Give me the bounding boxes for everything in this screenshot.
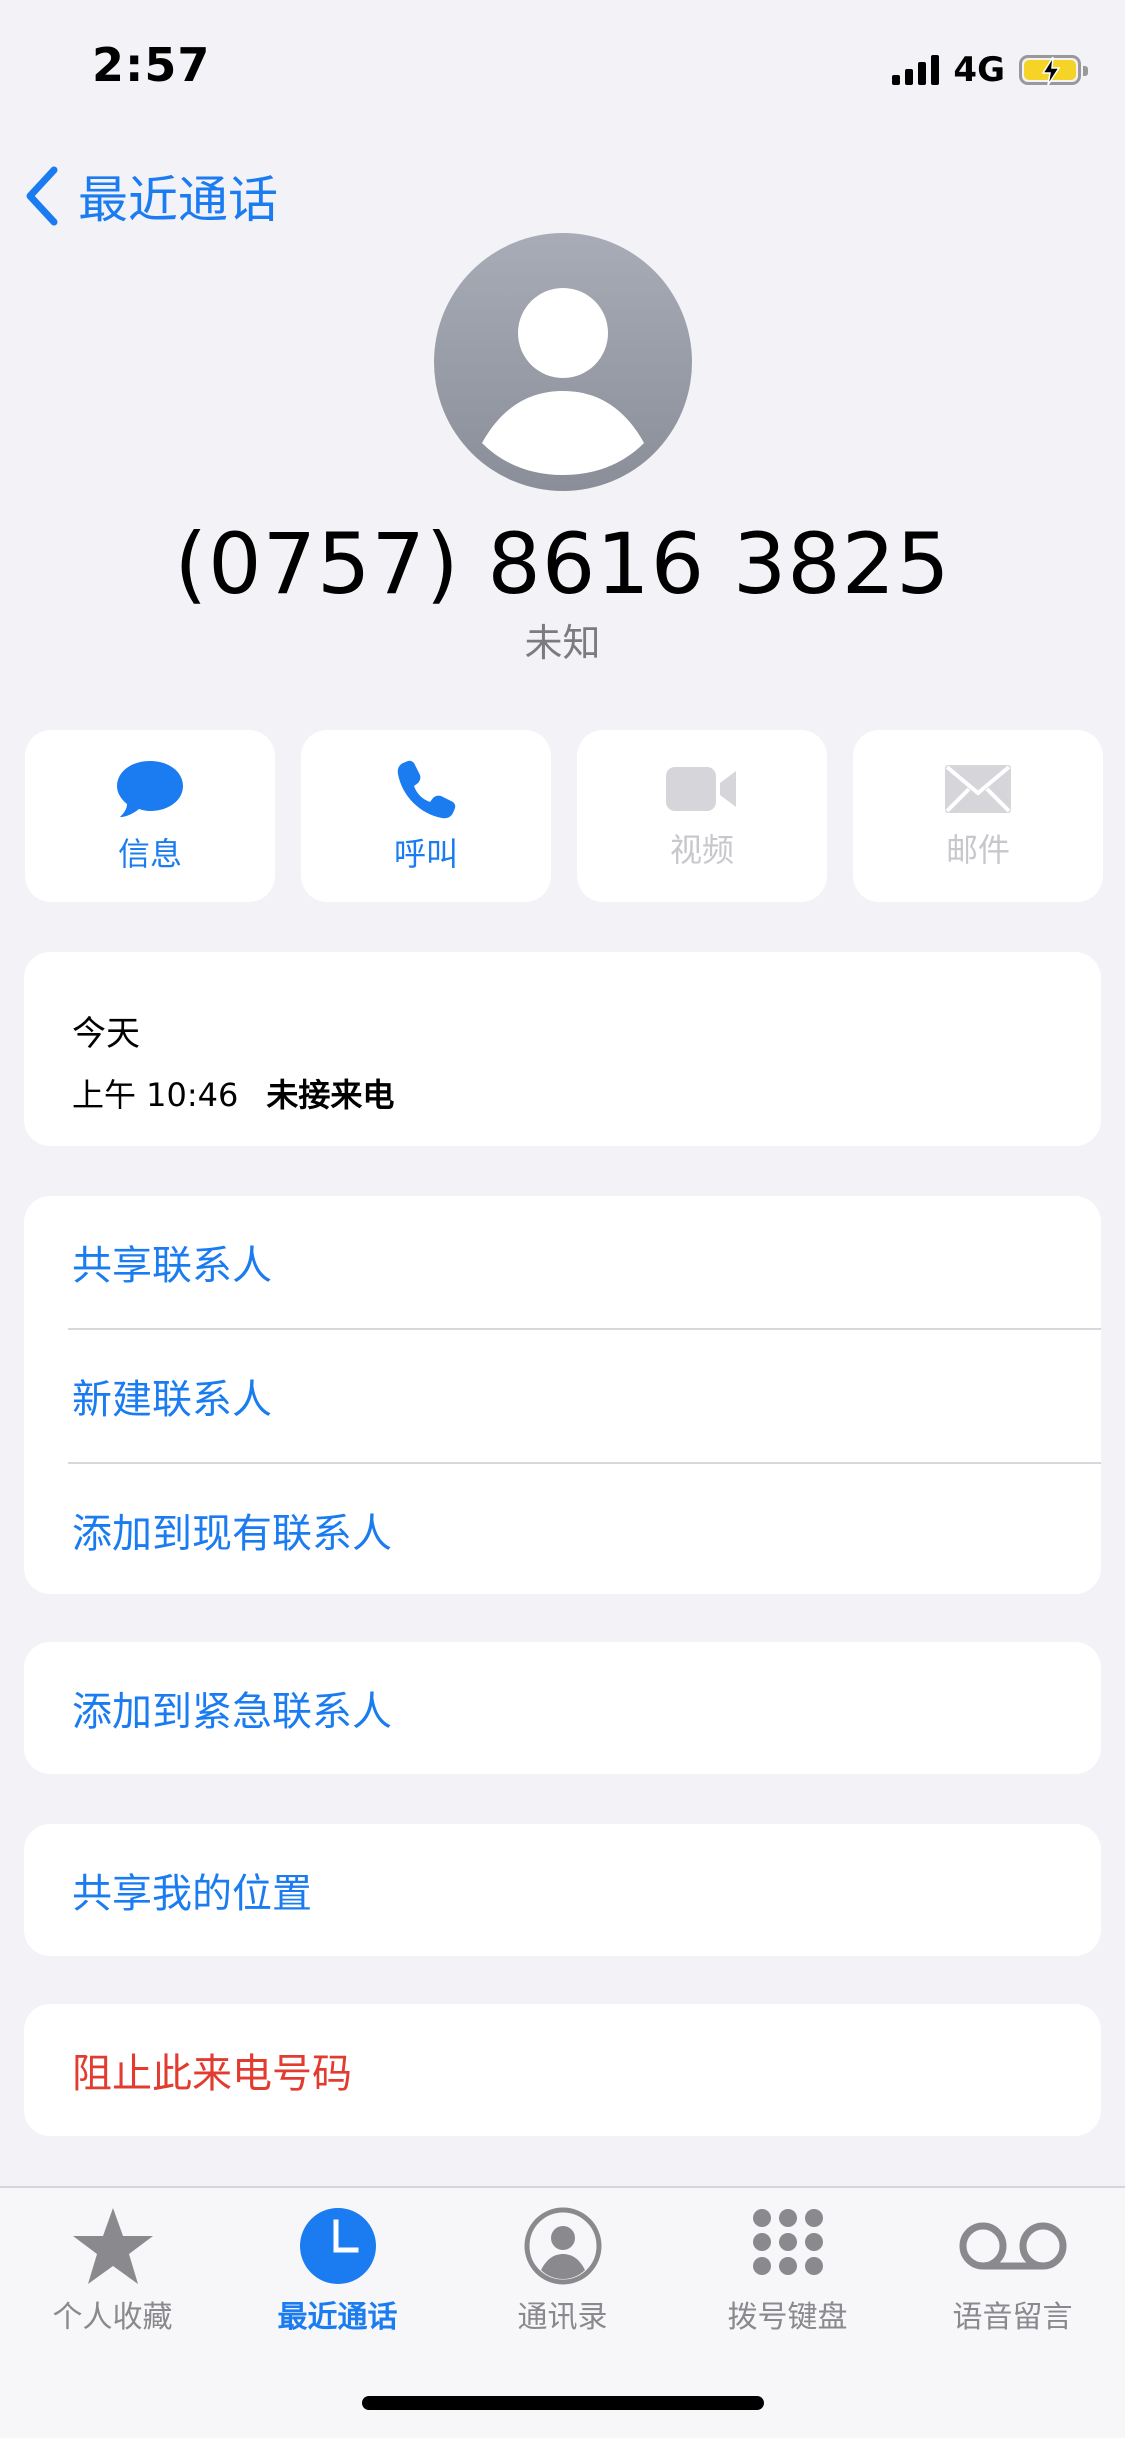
tab-contacts-label: 通讯录 (517, 2300, 608, 2335)
tab-recents-label: 最近通话 (277, 2300, 398, 2335)
home-indicator[interactable] (362, 2396, 764, 2410)
chevron-left-icon (26, 166, 58, 226)
new-contact-button[interactable]: 新建联系人 (68, 1328, 1101, 1462)
block-caller-button[interactable]: 阻止此来电号码 (24, 2004, 1101, 2136)
tab-favorites-label: 个人收藏 (52, 2300, 173, 2335)
add-to-existing-contact-button[interactable]: 添加到现有联系人 (68, 1462, 1101, 1596)
tab-voicemail-label: 语音留言 (952, 2300, 1073, 2335)
contacts-person-icon (524, 2207, 601, 2285)
recent-call-entry: 上午 10:46 未接来电 (72, 1070, 394, 1116)
tab-keypad-label: 拨号键盘 (727, 2300, 848, 2335)
status-icons: 4G (892, 50, 1088, 90)
person-placeholder-icon (482, 288, 644, 475)
action-buttons: 信息 呼叫 视频 邮件 (25, 730, 1103, 902)
message-button[interactable]: 信息 (25, 730, 275, 902)
message-bubble-icon (117, 761, 183, 817)
share-location-label: 共享我的位置 (72, 1871, 312, 1917)
block-caller-label: 阻止此来电号码 (72, 2051, 352, 2097)
tab-keypad[interactable]: 拨号键盘 (675, 2206, 900, 2336)
add-to-existing-contact-label: 添加到现有联系人 (72, 1511, 392, 1557)
tab-contacts[interactable]: 通讯录 (450, 2206, 675, 2336)
star-icon (72, 2208, 153, 2284)
contact-options-card: 共享联系人 新建联系人 添加到现有联系人 (24, 1196, 1101, 1594)
cellular-signal-icon (892, 55, 940, 85)
add-emergency-contact-button[interactable]: 添加到紧急联系人 (24, 1642, 1101, 1774)
contact-phone-number: (0757) 8616 3825 (174, 515, 951, 613)
contact-avatar (434, 233, 692, 491)
share-contact-label: 共享联系人 (72, 1243, 272, 1289)
new-contact-label: 新建联系人 (72, 1377, 272, 1423)
tab-favorites[interactable]: 个人收藏 (0, 2206, 225, 2336)
back-button[interactable]: 最近通话 (24, 160, 278, 232)
tab-recents[interactable]: 最近通话 (225, 2206, 450, 2336)
video-button-label: 视频 (669, 831, 734, 869)
clock-icon (299, 2208, 376, 2284)
video-camera-icon (666, 767, 736, 811)
envelope-icon (945, 765, 1011, 813)
recent-call-time: 上午 10:46 (72, 1076, 239, 1114)
mail-button[interactable]: 邮件 (853, 730, 1103, 902)
contact-subtitle: 未知 (524, 621, 601, 665)
add-emergency-contact-label: 添加到紧急联系人 (72, 1689, 392, 1735)
share-contact-button[interactable]: 共享联系人 (68, 1196, 1101, 1328)
back-button-label: 最近通话 (78, 171, 278, 229)
message-button-label: 信息 (117, 835, 182, 873)
video-button[interactable]: 视频 (577, 730, 827, 902)
battery-charging-icon (1019, 55, 1088, 86)
network-type: 4G (953, 50, 1005, 90)
voicemail-icon (959, 2222, 1066, 2270)
keypad-icon (752, 2209, 823, 2275)
recent-call-status: 未接来电 (266, 1076, 395, 1114)
status-bar: 2:57 4G (0, 0, 1125, 140)
tab-voicemail[interactable]: 语音留言 (900, 2206, 1125, 2336)
call-button[interactable]: 呼叫 (301, 730, 551, 902)
phone-icon (397, 760, 456, 819)
status-time: 2:57 (92, 38, 211, 92)
call-button-label: 呼叫 (393, 835, 458, 873)
recent-call-card: 今天 上午 10:46 未接来电 (24, 952, 1101, 1146)
share-location-button[interactable]: 共享我的位置 (24, 1824, 1101, 1956)
recent-call-date: 今天 (72, 1014, 140, 1054)
mail-button-label: 邮件 (945, 831, 1010, 869)
